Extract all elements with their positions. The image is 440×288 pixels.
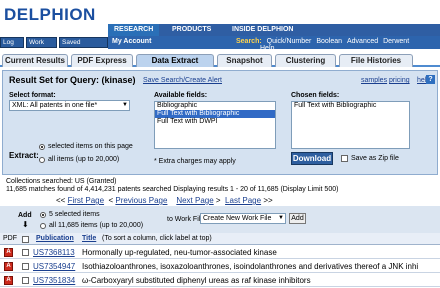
- work-file-select[interactable]: Create New Work File ▼: [200, 213, 286, 224]
- nav-inside-delphion[interactable]: INSIDE DELPHION: [226, 24, 299, 36]
- chosen-field-option[interactable]: Full Text with Bibliographic: [294, 102, 409, 110]
- nav-research[interactable]: RESEARCH: [108, 24, 160, 36]
- pager: << First Page < Previous Page Next Page …: [56, 196, 273, 205]
- search-link-quick-number[interactable]: Quick/Number: [267, 38, 312, 45]
- add-button[interactable]: Add: [289, 213, 306, 224]
- help-icon[interactable]: ?: [426, 75, 435, 84]
- pdf-icon[interactable]: A: [4, 262, 13, 271]
- match-summary: 11,685 matches found of 4,414,231 patent…: [6, 186, 339, 193]
- top-nav: RESEARCH PRODUCTS INSIDE DELPHION: [108, 24, 440, 36]
- publication-link[interactable]: US7368113: [33, 248, 75, 257]
- double-left-arrow-icon: <<: [56, 196, 66, 205]
- format-select[interactable]: XML: All patents in one file* ▼: [9, 100, 130, 111]
- logout-button[interactable]: Log Out: [0, 37, 24, 56]
- right-arrow-icon: >: [215, 196, 221, 205]
- zip-checkbox[interactable]: [341, 155, 348, 162]
- patent-title: Isothiazoloanthrones, isoxazoloanthrones…: [82, 262, 419, 271]
- select-format-label: Select format:: [9, 92, 56, 99]
- title-column-header[interactable]: Title: [82, 235, 96, 242]
- extract-label: Extract:: [9, 151, 39, 160]
- add-to-work-file-bar: Add ⬇ 5 selected items all 11,685 items …: [0, 206, 440, 233]
- results-table-header: PDF Publication Title (To sort a column,…: [0, 233, 440, 245]
- work-file-select-value: Create New Work File: [203, 215, 272, 222]
- tab-file-histories[interactable]: File Histories: [339, 54, 413, 67]
- available-field-option-selected[interactable]: Full Text with Bibliographic: [155, 110, 275, 118]
- search-strip: My Account Search: Quick/Number Boolean …: [108, 36, 440, 52]
- search-label: Search:: [236, 38, 262, 45]
- tab-snapshot[interactable]: Snapshot: [217, 54, 272, 67]
- next-page-link[interactable]: Next Page: [176, 196, 213, 205]
- first-page-link[interactable]: First Page: [68, 196, 104, 205]
- double-right-arrow-icon: >>: [263, 196, 273, 205]
- search-link-boolean[interactable]: Boolean: [316, 38, 342, 45]
- chevron-down-icon: ▼: [122, 102, 128, 108]
- pdf-icon[interactable]: A: [4, 276, 13, 285]
- work-files-button[interactable]: Work Files: [26, 37, 57, 56]
- search-link-derwent[interactable]: Derwent: [383, 38, 409, 45]
- available-fields-label: Available fields:: [154, 92, 208, 99]
- add-label: Add: [18, 212, 32, 219]
- samples-link[interactable]: samples: [361, 77, 387, 84]
- chosen-fields-list[interactable]: Full Text with Bibliographic: [291, 101, 410, 149]
- previous-page-link[interactable]: Previous Page: [115, 196, 167, 205]
- extra-charges-note: * Extra charges may apply: [154, 158, 236, 165]
- tab-clustering[interactable]: Clustering: [275, 54, 336, 67]
- tab-data-extract[interactable]: Data Extract: [136, 54, 214, 67]
- save-search-link[interactable]: Save Search/Create Alert: [143, 77, 222, 84]
- chosen-fields-label: Chosen fields:: [291, 92, 340, 99]
- pricing-link[interactable]: pricing: [389, 77, 410, 84]
- nav-products[interactable]: PRODUCTS: [166, 24, 217, 36]
- table-row: A US7354947 Isothiazoloanthrones, isoxaz…: [0, 260, 440, 273]
- zip-label: Save as Zip file: [351, 155, 399, 162]
- publication-link[interactable]: US7351834: [33, 276, 75, 285]
- arrow-down-icon: ⬇: [22, 220, 29, 229]
- format-select-value: XML: All patents in one file*: [12, 102, 98, 109]
- patent-title: ω-Carboxyaryl substituted diphenyl ureas…: [82, 276, 311, 285]
- available-fields-list[interactable]: Bibliographic Full Text with Bibliograph…: [154, 101, 276, 149]
- result-set-title: Result Set for Query: (kinase): [9, 75, 136, 85]
- extract-all-radio[interactable]: [39, 157, 45, 163]
- table-row: A US7368113 Hormonally up-regulated, neu…: [0, 246, 440, 259]
- publication-column-header[interactable]: Publication: [36, 235, 74, 242]
- search-link-advanced[interactable]: Advanced: [347, 38, 378, 45]
- add-all-label: all 11,685 items (up to 20,000): [49, 222, 144, 229]
- patent-title: Hormonally up-regulated, neu-tumor-assoc…: [82, 248, 277, 257]
- last-page-link[interactable]: Last Page: [225, 196, 261, 205]
- download-button[interactable]: Download: [291, 152, 333, 165]
- table-row: A US7351834 ω-Carboxyaryl substituted di…: [0, 274, 440, 287]
- available-field-option[interactable]: Bibliographic: [155, 102, 275, 110]
- logo-text: DELPHION: [4, 5, 96, 24]
- select-all-checkbox[interactable]: [22, 236, 29, 243]
- publication-link[interactable]: US7354947: [33, 262, 75, 271]
- tab-bar: Current Results PDF Express Data Extract…: [0, 49, 440, 67]
- row-checkbox[interactable]: [22, 277, 29, 284]
- brand-bar: [108, 0, 440, 24]
- saved-searches-button[interactable]: Saved Searches: [59, 37, 108, 56]
- my-account-link[interactable]: My Account: [112, 38, 151, 45]
- tab-current-results[interactable]: Current Results: [2, 54, 68, 67]
- collections-searched: Collections searched: US (Granted): [6, 178, 117, 185]
- add-all-radio[interactable]: [40, 223, 46, 229]
- extract-all-label: all items (up to 20,000): [48, 156, 120, 163]
- row-checkbox[interactable]: [22, 263, 29, 270]
- account-buttons: Log Out Work Files Saved Searches: [0, 36, 108, 56]
- pdf-column-header: PDF: [3, 235, 17, 242]
- row-checkbox[interactable]: [22, 249, 29, 256]
- chevron-down-icon: ▼: [278, 215, 284, 221]
- extract-selected-radio[interactable]: [39, 144, 45, 150]
- tab-pdf-express[interactable]: PDF Express: [71, 54, 133, 67]
- add-selected-radio[interactable]: [40, 212, 46, 218]
- pdf-icon[interactable]: A: [4, 248, 13, 257]
- extract-selected-label: selected items on this page: [48, 143, 133, 150]
- available-field-option[interactable]: Full Text with DWPI: [155, 118, 275, 126]
- delphion-logo[interactable]: DELPHION: [0, 0, 108, 36]
- data-extract-panel: Result Set for Query: (kinase) Save Sear…: [2, 70, 438, 175]
- left-arrow-icon: <: [108, 196, 114, 205]
- add-selected-label: 5 selected items: [49, 211, 100, 218]
- sort-hint: (To sort a column, click label at top): [102, 235, 212, 242]
